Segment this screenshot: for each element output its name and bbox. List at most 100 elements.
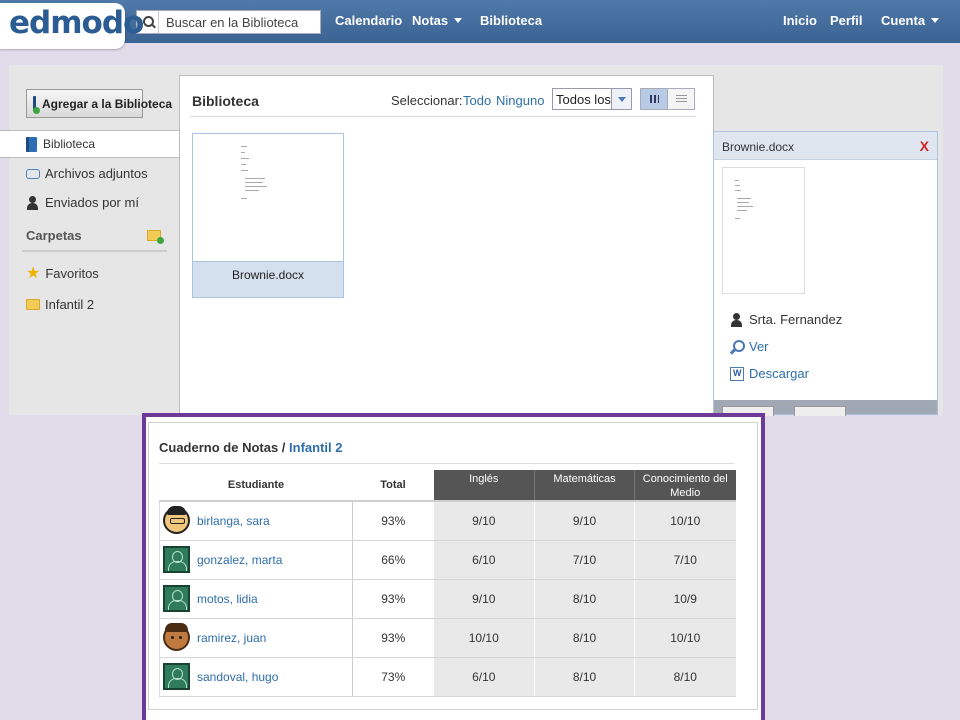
sidebar-item-favoritos[interactable]: ★ Favoritos [26,265,99,281]
sidebar-item-archivos[interactable]: Archivos adjuntos [26,166,148,181]
grade-cell[interactable]: 7/10 [534,540,635,580]
column-conocimiento-del-medio[interactable]: Conocimiento del Medio [634,470,736,501]
search-input[interactable]: Buscar en la Biblioteca [159,15,298,30]
nav-perfil[interactable]: Perfil [830,13,863,28]
student-cell: ramirez, juan [159,618,353,658]
view-label: Ver [749,339,769,354]
grade-cell[interactable]: 10/10 [634,618,736,658]
gradebook-body: birlanga, sara 93% 9/10 9/10 10/10 gonzalez, … [159,501,736,697]
grid-view-icon[interactable] [641,89,667,109]
total-cell: 93% [352,618,434,658]
student-name-link[interactable]: birlanga, sara [197,514,270,528]
gradebook-divider [159,463,734,464]
detail-title: Brownie.docx [722,140,795,154]
column-matematicas[interactable]: Matemáticas [534,470,635,501]
student-name-link[interactable]: sandoval, hugo [197,670,278,684]
gradebook-table: Estudiante Total Inglés Matemáticas Cono… [159,470,736,697]
filter-dropdown[interactable]: Todos los [552,88,632,110]
nav-biblioteca[interactable]: Biblioteca [480,13,542,28]
grade-cell[interactable]: 6/10 [433,540,535,580]
default-avatar-icon [163,585,190,612]
search-box[interactable]: Buscar en la Biblioteca [136,10,321,34]
chat-bubble-icon [26,168,40,179]
total-cell: 93% [352,579,434,619]
filter-value: Todos los [556,92,611,107]
grade-cell[interactable]: 10/9 [634,579,736,619]
grade-cell[interactable]: 10/10 [634,501,736,541]
nav-cuenta[interactable]: Cuenta [881,13,940,28]
boy-avatar-icon [163,623,190,651]
list-view-icon[interactable] [667,89,694,109]
total-cell: 73% [352,657,434,697]
grade-cell[interactable]: 9/10 [433,579,535,619]
grade-cell[interactable]: 10/10 [433,618,535,658]
chevron-down-icon [931,18,940,23]
chevron-down-icon[interactable] [611,89,631,109]
grade-cell[interactable]: 9/10 [433,501,535,541]
grade-cell[interactable]: 8/10 [534,657,635,697]
default-avatar-icon [163,546,190,573]
document-preview [722,167,805,294]
grade-cell[interactable]: 6/10 [433,657,535,697]
person-icon [26,195,40,210]
grade-cell[interactable]: 8/10 [534,618,635,658]
sidebar-item-label: Archivos adjuntos [45,166,148,181]
person-icon [730,312,744,327]
table-row: birlanga, sara 93% 9/10 9/10 10/10 [159,501,736,541]
grade-cell[interactable]: 8/10 [534,579,635,619]
owner-name: Srta. Fernandez [749,312,843,327]
add-folder-icon[interactable] [147,230,164,244]
sidebar-item-label: Infantil 2 [45,297,95,312]
student-cell: gonzalez, marta [159,540,353,580]
top-navbar: Buscar en la Biblioteca Calendario Notas… [0,0,960,43]
file-detail-panel: Brownie.docx X Srta. Fernandez Ver Desca… [713,131,938,416]
sidebar-item-biblioteca[interactable]: Biblioteca [0,130,180,158]
file-card[interactable]: Brownie.docx [192,133,344,298]
logo-text: edmodo [9,5,144,41]
student-name-link[interactable]: gonzalez, marta [197,553,282,567]
nav-cuenta-label: Cuenta [881,13,926,28]
sidebar-item-infantil-2[interactable]: Infantil 2 [26,297,94,312]
student-cell: motos, lidia [159,579,353,619]
edmodo-logo[interactable]: edmodo [0,3,144,49]
footer-button-2[interactable] [794,406,846,416]
sidebar-divider [22,250,167,252]
grade-cell[interactable]: 9/10 [534,501,635,541]
table-row: gonzalez, marta 66% 6/10 7/10 7/10 [159,540,736,580]
sidebar-item-enviados[interactable]: Enviados por mí [26,195,139,210]
download-link[interactable]: Descargar [730,366,809,381]
sidebar-item-label: Favoritos [45,266,99,281]
student-cell: birlanga, sara [159,501,353,541]
select-all-link[interactable]: Todo [463,93,491,108]
gradebook-class-link[interactable]: Infantil 2 [289,440,342,455]
view-link[interactable]: Ver [730,339,769,354]
column-ingles[interactable]: Inglés [433,470,535,501]
add-to-library-label: Agregar a la Biblioteca [42,96,173,111]
column-total[interactable]: Total [353,470,434,501]
student-name-link[interactable]: motos, lidia [197,592,258,606]
table-row: motos, lidia 93% 9/10 8/10 10/9 [159,579,736,619]
grade-cell[interactable]: 8/10 [634,657,736,697]
close-icon[interactable]: X [920,138,929,154]
detail-header: Brownie.docx X [714,132,937,160]
download-label: Descargar [749,366,809,381]
file-name: Brownie.docx [193,261,343,297]
nav-notas-label: Notas [412,13,449,28]
view-toggle [640,88,695,110]
select-none-link[interactable]: Ninguno [496,93,544,108]
add-to-library-button[interactable]: Agregar a la Biblioteca [26,89,172,118]
magnifier-icon [730,339,745,354]
student-name-link[interactable]: ramirez, juan [197,631,266,645]
total-cell: 66% [352,540,434,580]
grade-cell[interactable]: 7/10 [634,540,736,580]
nav-inicio[interactable]: Inicio [783,13,817,28]
library-icon [26,136,37,152]
table-header-row: Estudiante Total Inglés Matemáticas Cono… [159,470,736,501]
nav-notas[interactable]: Notas [412,13,463,28]
total-cell: 93% [352,501,434,541]
table-row: sandoval, hugo 73% 6/10 8/10 8/10 [159,657,736,697]
panel-title: Biblioteca [192,93,259,109]
column-student[interactable]: Estudiante [160,470,353,501]
table-row: ramirez, juan 93% 10/10 8/10 10/10 [159,618,736,658]
nav-calendario[interactable]: Calendario [335,13,402,28]
